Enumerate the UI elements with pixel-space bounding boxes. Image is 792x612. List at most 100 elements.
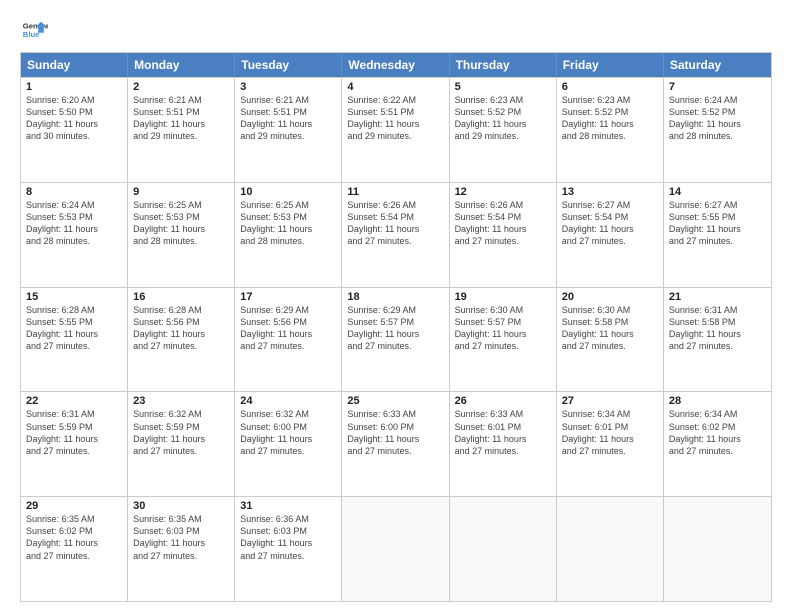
calendar-cell: 2Sunrise: 6:21 AM Sunset: 5:51 PM Daylig… [128, 78, 235, 182]
calendar-cell: 20Sunrise: 6:30 AM Sunset: 5:58 PM Dayli… [557, 288, 664, 392]
calendar-header: SundayMondayTuesdayWednesdayThursdayFrid… [21, 53, 771, 77]
day-info: Sunrise: 6:33 AM Sunset: 6:01 PM Dayligh… [455, 408, 551, 457]
calendar-cell [664, 497, 771, 601]
header-cell-saturday: Saturday [664, 53, 771, 77]
day-number: 2 [133, 81, 229, 93]
calendar-cell: 6Sunrise: 6:23 AM Sunset: 5:52 PM Daylig… [557, 78, 664, 182]
day-info: Sunrise: 6:23 AM Sunset: 5:52 PM Dayligh… [562, 94, 658, 143]
calendar-cell: 29Sunrise: 6:35 AM Sunset: 6:02 PM Dayli… [21, 497, 128, 601]
day-info: Sunrise: 6:24 AM Sunset: 5:52 PM Dayligh… [669, 94, 766, 143]
day-number: 17 [240, 291, 336, 303]
calendar-row-1: 1Sunrise: 6:20 AM Sunset: 5:50 PM Daylig… [21, 77, 771, 182]
day-info: Sunrise: 6:27 AM Sunset: 5:55 PM Dayligh… [669, 199, 766, 248]
calendar-row-5: 29Sunrise: 6:35 AM Sunset: 6:02 PM Dayli… [21, 496, 771, 601]
day-number: 31 [240, 500, 336, 512]
header-cell-friday: Friday [557, 53, 664, 77]
calendar-cell: 3Sunrise: 6:21 AM Sunset: 5:51 PM Daylig… [235, 78, 342, 182]
calendar-row-2: 8Sunrise: 6:24 AM Sunset: 5:53 PM Daylig… [21, 182, 771, 287]
calendar-cell: 4Sunrise: 6:22 AM Sunset: 5:51 PM Daylig… [342, 78, 449, 182]
day-info: Sunrise: 6:35 AM Sunset: 6:02 PM Dayligh… [26, 513, 122, 562]
day-info: Sunrise: 6:28 AM Sunset: 5:56 PM Dayligh… [133, 304, 229, 353]
day-info: Sunrise: 6:25 AM Sunset: 5:53 PM Dayligh… [240, 199, 336, 248]
day-number: 27 [562, 395, 658, 407]
calendar-cell: 7Sunrise: 6:24 AM Sunset: 5:52 PM Daylig… [664, 78, 771, 182]
day-number: 21 [669, 291, 766, 303]
day-number: 3 [240, 81, 336, 93]
day-number: 15 [26, 291, 122, 303]
logo-icon: General Blue [20, 16, 48, 44]
day-info: Sunrise: 6:27 AM Sunset: 5:54 PM Dayligh… [562, 199, 658, 248]
calendar-cell: 15Sunrise: 6:28 AM Sunset: 5:55 PM Dayli… [21, 288, 128, 392]
header: General Blue [20, 16, 772, 44]
day-info: Sunrise: 6:30 AM Sunset: 5:57 PM Dayligh… [455, 304, 551, 353]
day-number: 23 [133, 395, 229, 407]
day-info: Sunrise: 6:31 AM Sunset: 5:58 PM Dayligh… [669, 304, 766, 353]
day-info: Sunrise: 6:34 AM Sunset: 6:02 PM Dayligh… [669, 408, 766, 457]
day-number: 13 [562, 186, 658, 198]
calendar-cell: 18Sunrise: 6:29 AM Sunset: 5:57 PM Dayli… [342, 288, 449, 392]
day-info: Sunrise: 6:21 AM Sunset: 5:51 PM Dayligh… [240, 94, 336, 143]
day-info: Sunrise: 6:32 AM Sunset: 6:00 PM Dayligh… [240, 408, 336, 457]
header-cell-tuesday: Tuesday [235, 53, 342, 77]
calendar-cell: 19Sunrise: 6:30 AM Sunset: 5:57 PM Dayli… [450, 288, 557, 392]
day-number: 12 [455, 186, 551, 198]
calendar-cell: 26Sunrise: 6:33 AM Sunset: 6:01 PM Dayli… [450, 392, 557, 496]
calendar-cell: 28Sunrise: 6:34 AM Sunset: 6:02 PM Dayli… [664, 392, 771, 496]
calendar-body: 1Sunrise: 6:20 AM Sunset: 5:50 PM Daylig… [21, 77, 771, 601]
day-number: 4 [347, 81, 443, 93]
day-number: 16 [133, 291, 229, 303]
day-number: 28 [669, 395, 766, 407]
day-info: Sunrise: 6:20 AM Sunset: 5:50 PM Dayligh… [26, 94, 122, 143]
day-info: Sunrise: 6:26 AM Sunset: 5:54 PM Dayligh… [455, 199, 551, 248]
page: General Blue SundayMondayTuesdayWednesda… [0, 0, 792, 612]
day-number: 26 [455, 395, 551, 407]
header-cell-thursday: Thursday [450, 53, 557, 77]
day-info: Sunrise: 6:32 AM Sunset: 5:59 PM Dayligh… [133, 408, 229, 457]
day-number: 10 [240, 186, 336, 198]
calendar-cell: 31Sunrise: 6:36 AM Sunset: 6:03 PM Dayli… [235, 497, 342, 601]
day-number: 7 [669, 81, 766, 93]
calendar-cell: 23Sunrise: 6:32 AM Sunset: 5:59 PM Dayli… [128, 392, 235, 496]
day-number: 19 [455, 291, 551, 303]
day-info: Sunrise: 6:29 AM Sunset: 5:56 PM Dayligh… [240, 304, 336, 353]
calendar-cell: 30Sunrise: 6:35 AM Sunset: 6:03 PM Dayli… [128, 497, 235, 601]
header-cell-sunday: Sunday [21, 53, 128, 77]
day-number: 22 [26, 395, 122, 407]
calendar-cell: 10Sunrise: 6:25 AM Sunset: 5:53 PM Dayli… [235, 183, 342, 287]
calendar-cell: 13Sunrise: 6:27 AM Sunset: 5:54 PM Dayli… [557, 183, 664, 287]
day-number: 24 [240, 395, 336, 407]
calendar-cell [557, 497, 664, 601]
calendar-cell: 9Sunrise: 6:25 AM Sunset: 5:53 PM Daylig… [128, 183, 235, 287]
day-number: 30 [133, 500, 229, 512]
day-info: Sunrise: 6:26 AM Sunset: 5:54 PM Dayligh… [347, 199, 443, 248]
day-info: Sunrise: 6:35 AM Sunset: 6:03 PM Dayligh… [133, 513, 229, 562]
day-info: Sunrise: 6:23 AM Sunset: 5:52 PM Dayligh… [455, 94, 551, 143]
day-info: Sunrise: 6:21 AM Sunset: 5:51 PM Dayligh… [133, 94, 229, 143]
calendar-cell: 25Sunrise: 6:33 AM Sunset: 6:00 PM Dayli… [342, 392, 449, 496]
calendar-cell: 27Sunrise: 6:34 AM Sunset: 6:01 PM Dayli… [557, 392, 664, 496]
day-info: Sunrise: 6:28 AM Sunset: 5:55 PM Dayligh… [26, 304, 122, 353]
day-info: Sunrise: 6:36 AM Sunset: 6:03 PM Dayligh… [240, 513, 336, 562]
day-number: 29 [26, 500, 122, 512]
day-info: Sunrise: 6:34 AM Sunset: 6:01 PM Dayligh… [562, 408, 658, 457]
day-info: Sunrise: 6:31 AM Sunset: 5:59 PM Dayligh… [26, 408, 122, 457]
day-info: Sunrise: 6:24 AM Sunset: 5:53 PM Dayligh… [26, 199, 122, 248]
calendar-cell: 12Sunrise: 6:26 AM Sunset: 5:54 PM Dayli… [450, 183, 557, 287]
day-number: 9 [133, 186, 229, 198]
day-info: Sunrise: 6:33 AM Sunset: 6:00 PM Dayligh… [347, 408, 443, 457]
logo: General Blue [20, 16, 52, 44]
day-number: 1 [26, 81, 122, 93]
calendar-cell: 5Sunrise: 6:23 AM Sunset: 5:52 PM Daylig… [450, 78, 557, 182]
header-cell-monday: Monday [128, 53, 235, 77]
day-number: 18 [347, 291, 443, 303]
calendar-cell [342, 497, 449, 601]
svg-text:Blue: Blue [23, 30, 40, 39]
calendar-cell: 16Sunrise: 6:28 AM Sunset: 5:56 PM Dayli… [128, 288, 235, 392]
calendar-row-3: 15Sunrise: 6:28 AM Sunset: 5:55 PM Dayli… [21, 287, 771, 392]
day-number: 5 [455, 81, 551, 93]
calendar-cell [450, 497, 557, 601]
calendar-row-4: 22Sunrise: 6:31 AM Sunset: 5:59 PM Dayli… [21, 391, 771, 496]
calendar: SundayMondayTuesdayWednesdayThursdayFrid… [20, 52, 772, 602]
day-number: 8 [26, 186, 122, 198]
day-number: 6 [562, 81, 658, 93]
